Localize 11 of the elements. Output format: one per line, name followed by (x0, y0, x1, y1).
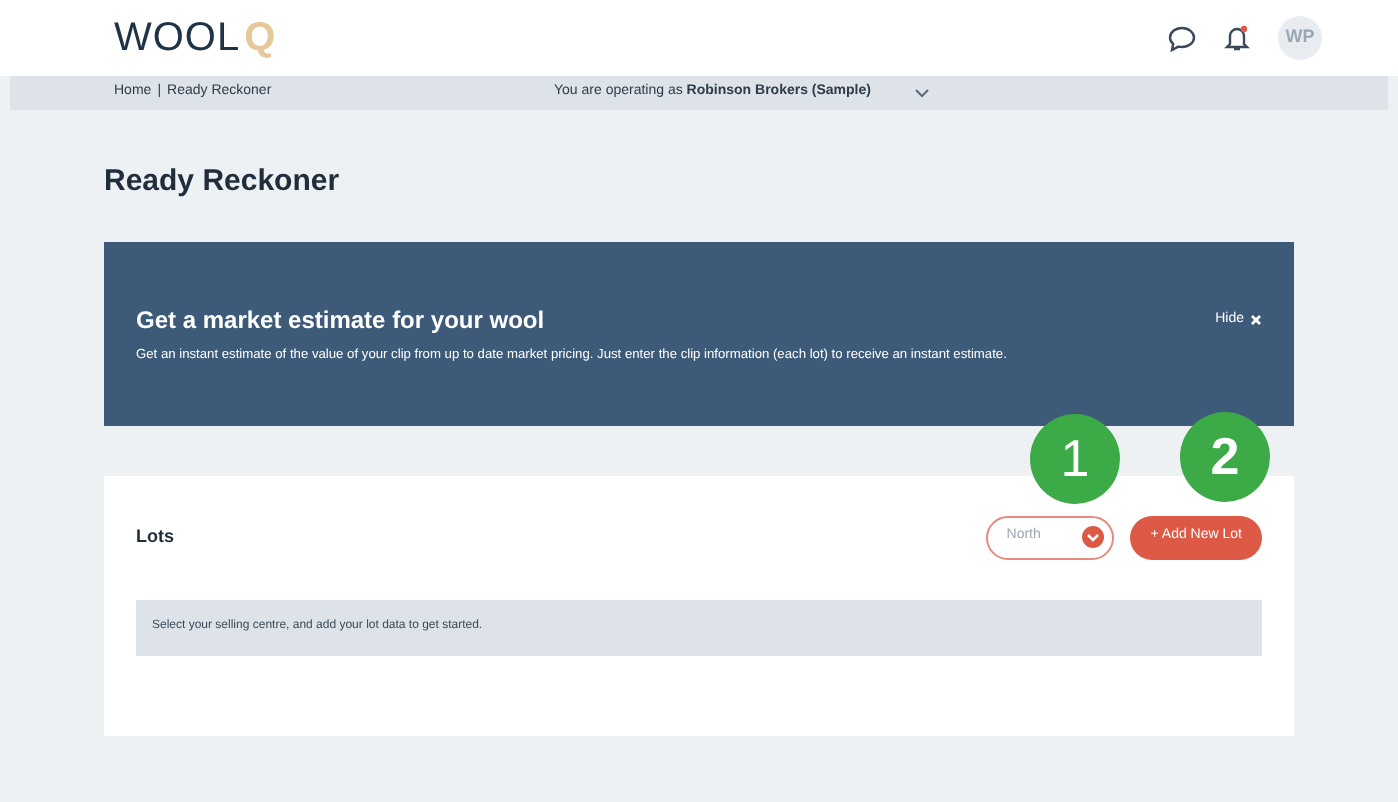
card-title: Lots (136, 523, 174, 550)
close-icon (1250, 313, 1262, 326)
logo-text: WOOL (114, 14, 241, 64)
banner-title: Get a market estimate for your wool (136, 303, 547, 338)
chat-icon[interactable] (1168, 25, 1196, 51)
notification-bell-icon[interactable] (1224, 24, 1250, 52)
user-avatar[interactable]: WP (1278, 16, 1322, 60)
chevron-down-icon[interactable] (914, 88, 931, 98)
chevron-down-icon (1082, 526, 1105, 548)
logo-mark: Q (244, 14, 276, 64)
page-title: Ready Reckoner (104, 162, 342, 202)
